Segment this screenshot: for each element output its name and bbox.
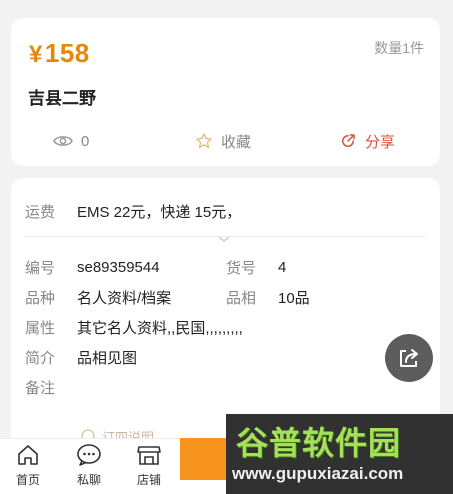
- tab-home[interactable]: 首页: [3, 443, 53, 493]
- note-label: 备注: [25, 379, 56, 397]
- code-row: 编号 se89359544: [25, 256, 160, 278]
- share-icon: [342, 134, 355, 147]
- share-button[interactable]: 分享: [339, 128, 395, 154]
- quantity-label: 数量1件: [374, 40, 424, 56]
- eye-icon: [53, 136, 73, 146]
- tab-home-label: 首页: [15, 473, 40, 487]
- attribute-value: 其它名人资料,,民国,,,,,,,,,: [77, 319, 243, 337]
- tab-shop-label: 店铺: [136, 473, 161, 487]
- chat-icon: [77, 444, 101, 466]
- intro-row: 简介 品相见图: [25, 346, 137, 368]
- code-label: 编号: [25, 259, 56, 277]
- home-icon: [18, 445, 38, 465]
- code-value: se89359544: [77, 258, 160, 276]
- star-icon: [196, 133, 212, 148]
- watermark-overlay: 谷普软件园 www.gupuxiazai.com: [226, 414, 453, 494]
- attribute-row: 属性 其它名人资料,,民国,,,,,,,,,: [25, 316, 243, 338]
- view-count: 0: [53, 128, 89, 154]
- intro-value: 品相见图: [77, 349, 138, 367]
- watermark-url: www.gupuxiazai.com: [232, 464, 404, 483]
- currency-symbol: ¥: [29, 41, 43, 68]
- tab-shop[interactable]: 店铺: [124, 443, 174, 493]
- category-row: 品种 名人资料/档案: [25, 286, 171, 308]
- view-count-value: 0: [81, 132, 90, 150]
- shipping-label: 运费: [25, 203, 56, 221]
- item-no-row: 货号 4: [226, 256, 286, 278]
- product-title: 吉县二野: [28, 89, 96, 108]
- shipping-row: 运费 EMS 22元，快递 15元，: [25, 200, 241, 222]
- category-label: 品种: [25, 289, 56, 307]
- favorite-label: 收藏: [221, 133, 252, 151]
- share-box-icon: [400, 349, 418, 367]
- tab-chat[interactable]: 私聊: [64, 443, 114, 493]
- intro-label: 简介: [25, 349, 56, 367]
- price: ¥158: [29, 38, 90, 69]
- buy-button[interactable]: [180, 438, 228, 480]
- share-label: 分享: [365, 133, 396, 151]
- condition-row: 品相 10品: [226, 286, 310, 308]
- category-value: 名人资料/档案: [77, 289, 172, 307]
- item-no-value: 4: [278, 258, 287, 276]
- watermark-title: 谷普软件园: [236, 425, 402, 461]
- condition-label: 品相: [226, 289, 257, 307]
- chevron-down-icon[interactable]: [217, 234, 231, 244]
- note-row: 备注: [25, 376, 77, 398]
- product-summary-card: ¥158 数量1件 吉县二野 0 收藏 分享: [11, 18, 440, 166]
- favorite-button[interactable]: 收藏: [195, 128, 251, 154]
- price-value: 158: [44, 38, 90, 68]
- shipping-value: EMS 22元，快递 15元，: [77, 203, 242, 221]
- action-row: 0 收藏 分享: [11, 128, 440, 154]
- tab-chat-label: 私聊: [76, 473, 101, 487]
- attribute-label: 属性: [25, 319, 56, 337]
- floating-share-button[interactable]: [385, 334, 433, 382]
- item-no-label: 货号: [226, 259, 257, 277]
- store-icon: [137, 446, 161, 465]
- condition-value: 10品: [278, 289, 310, 307]
